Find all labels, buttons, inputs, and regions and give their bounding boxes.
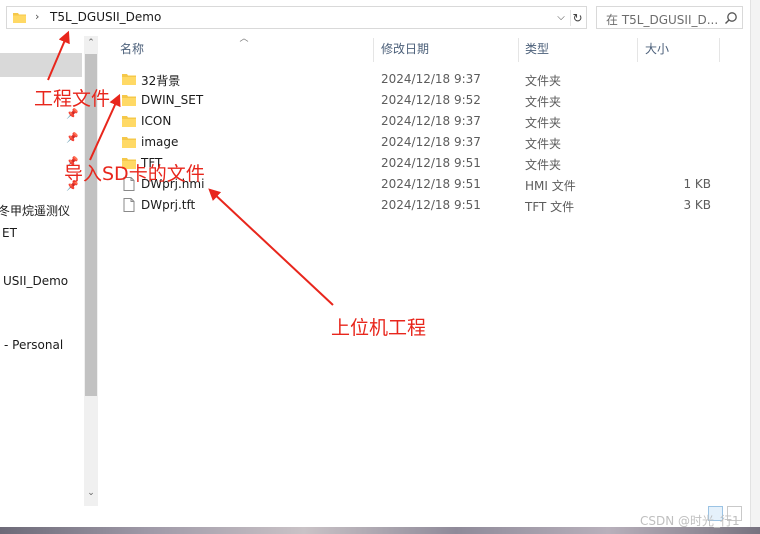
search-input[interactable]: 在 T5L_DGUSII_D... xyxy=(606,11,718,28)
column-header-type[interactable]: 类型 xyxy=(525,36,549,63)
file-name[interactable]: image xyxy=(141,135,178,149)
breadcrumb-current-folder[interactable]: T5L_DGUSII_Demo xyxy=(50,10,161,24)
search-box[interactable]: 在 T5L_DGUSII_D... xyxy=(596,6,743,29)
file-size: 3 KB xyxy=(683,198,711,212)
file-row[interactable]: 32背景 2024/12/18 9:37 文件夹 xyxy=(112,69,732,90)
file-type: 文件夹 xyxy=(525,74,562,88)
nav-item-label[interactable]: 冬甲烷遥测仪 xyxy=(0,202,70,219)
nav-item-label[interactable]: ET xyxy=(2,226,17,240)
file-type: 文件夹 xyxy=(525,95,562,109)
annotation-import-sd: 导入SD卡的文件 xyxy=(64,163,205,185)
file-date: 2024/12/18 9:37 xyxy=(381,135,481,149)
file-date: 2024/12/18 9:51 xyxy=(381,198,481,212)
folder-icon xyxy=(122,95,136,106)
column-header-size[interactable]: 大小 xyxy=(645,36,669,63)
column-header-modified[interactable]: 修改日期 xyxy=(381,36,429,63)
file-type: TFT 文件 xyxy=(525,200,575,214)
chevron-down-icon[interactable]: ⌵ xyxy=(554,10,568,26)
watermark: CSDN @时光_行1 xyxy=(640,514,740,528)
scroll-down-icon[interactable]: ⌄ xyxy=(84,488,98,500)
file-name[interactable]: DWprj.tft xyxy=(141,198,195,212)
file-date: 2024/12/18 9:51 xyxy=(381,156,481,170)
folder-icon xyxy=(122,116,136,127)
refresh-icon[interactable]: ↻ xyxy=(570,10,584,26)
file-date: 2024/12/18 9:37 xyxy=(381,72,481,86)
file-date: 2024/12/18 9:51 xyxy=(381,177,481,191)
file-type: 文件夹 xyxy=(525,137,562,151)
folder-icon xyxy=(13,13,26,23)
column-divider[interactable] xyxy=(719,38,720,62)
scroll-up-icon[interactable]: ⌃ xyxy=(84,38,98,50)
file-row[interactable]: TFT 2024/12/18 9:51 文件夹 xyxy=(112,153,732,174)
file-name[interactable]: ICON xyxy=(141,114,171,128)
annotation-host-project: 上位机工程 xyxy=(331,317,427,339)
file-name[interactable]: DWIN_SET xyxy=(141,93,203,107)
file-name[interactable]: 32背景 xyxy=(141,72,180,89)
file-size: 1 KB xyxy=(683,177,711,191)
file-date: 2024/12/18 9:37 xyxy=(381,114,481,128)
breadcrumb-separator: › xyxy=(35,10,40,23)
file-row[interactable]: ICON 2024/12/18 9:37 文件夹 xyxy=(112,111,732,132)
column-divider[interactable] xyxy=(518,38,519,62)
file-row[interactable]: DWprj.tft 2024/12/18 9:51 TFT 文件 3 KB xyxy=(112,195,732,216)
window-right-edge xyxy=(750,0,760,527)
search-icon[interactable] xyxy=(724,11,738,25)
file-date: 2024/12/18 9:52 xyxy=(381,93,481,107)
folder-icon xyxy=(122,137,136,148)
address-bar[interactable]: › T5L_DGUSII_Demo ⌵ ↻ xyxy=(6,6,587,29)
nav-item-label[interactable]: - Personal xyxy=(4,338,63,352)
file-type: 文件夹 xyxy=(525,158,562,172)
nav-item-label[interactable]: USII_Demo xyxy=(3,274,68,288)
column-divider[interactable] xyxy=(373,38,374,62)
file-row[interactable]: image 2024/12/18 9:37 文件夹 xyxy=(112,132,732,153)
pin-icon[interactable]: 📌 xyxy=(66,133,78,145)
column-header-name[interactable]: 名称 xyxy=(120,36,144,63)
file-type: HMI 文件 xyxy=(525,179,576,193)
sort-ascending-icon: ︿ xyxy=(239,34,249,44)
annotation-project-file: 工程文件 xyxy=(34,88,111,110)
file-icon xyxy=(123,198,135,212)
folder-icon xyxy=(122,74,136,85)
file-row[interactable]: DWprj.hmi 2024/12/18 9:51 HMI 文件 1 KB xyxy=(112,174,732,195)
nav-selected-item[interactable] xyxy=(0,53,82,77)
file-row[interactable]: DWIN_SET 2024/12/18 9:52 文件夹 xyxy=(112,90,732,111)
file-type: 文件夹 xyxy=(525,116,562,130)
column-divider[interactable] xyxy=(637,38,638,62)
